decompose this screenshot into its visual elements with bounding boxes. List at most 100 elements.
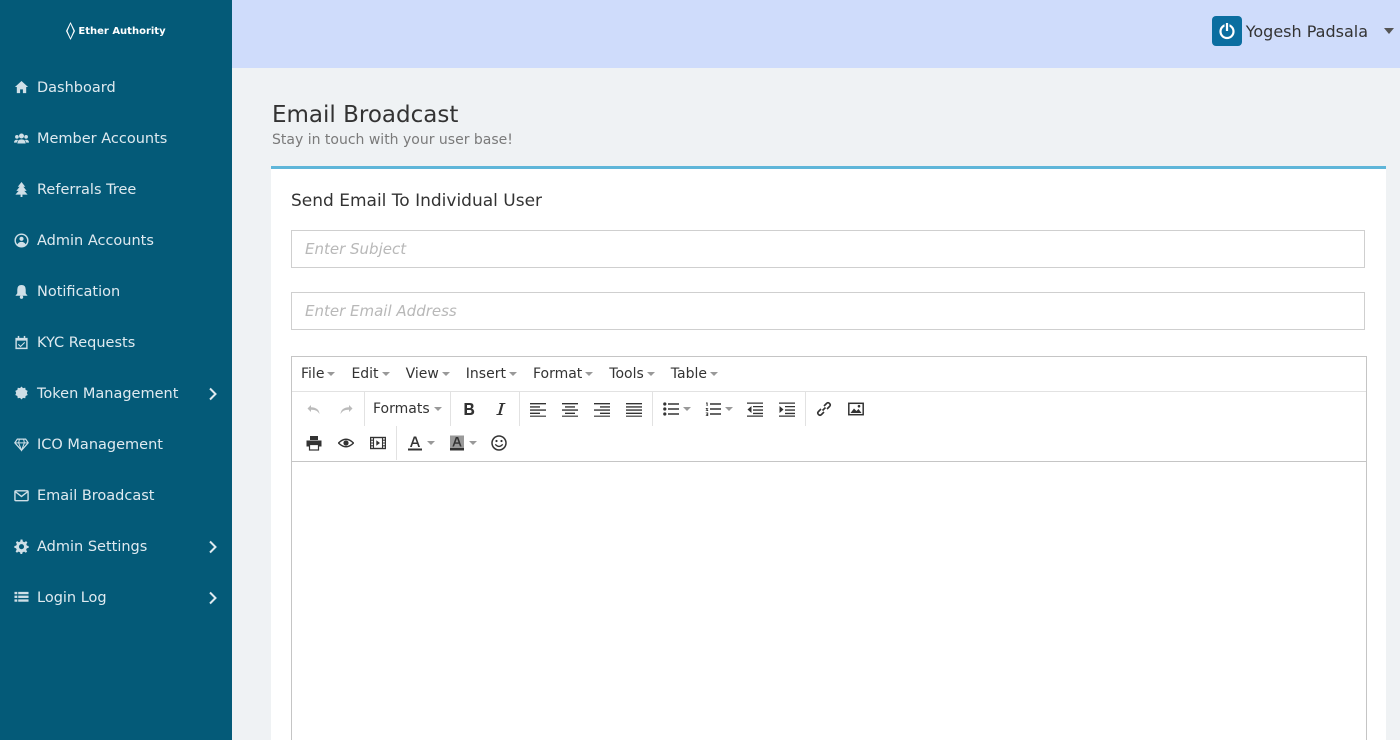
- bold-button[interactable]: [453, 394, 485, 424]
- page-subtitle: Stay in touch with your user base!: [272, 132, 513, 148]
- list-icon: [12, 589, 30, 607]
- editor-toolbar-row-1: Formats: [292, 392, 1366, 426]
- chevron-down-icon[interactable]: [724, 407, 733, 411]
- undo-icon: [307, 405, 320, 414]
- text-color-icon: [408, 436, 422, 451]
- align-left-button[interactable]: [522, 394, 554, 424]
- diamond-icon: [12, 436, 30, 454]
- sidebar-item-dashboard[interactable]: Dashboard: [0, 62, 232, 113]
- sidebar-item-label: Referrals Tree: [37, 181, 137, 198]
- envelope-icon: [12, 487, 30, 505]
- chevron-down-icon: [433, 407, 442, 411]
- sidebar-item-label: Email Broadcast: [37, 487, 155, 504]
- outdent-button[interactable]: [739, 394, 771, 424]
- email-form-panel: Send Email To Individual User File Edit …: [271, 166, 1386, 740]
- formats-dropdown[interactable]: Formats: [367, 401, 448, 417]
- sidebar-item-label: Admin Accounts: [37, 232, 154, 249]
- sidebar-item-ico-management[interactable]: ICO Management: [0, 419, 232, 470]
- chevron-down-icon: [1384, 28, 1394, 34]
- emoticons-button[interactable]: [483, 428, 515, 458]
- preview-button[interactable]: [330, 428, 362, 458]
- sidebar-nav: Dashboard Member Accounts Referrals Tree…: [0, 62, 232, 623]
- sidebar: Ether Authority Dashboard Member Account…: [0, 0, 232, 740]
- gear-icon: [12, 538, 30, 556]
- insert-image-button[interactable]: [840, 394, 872, 424]
- chevron-down-icon: [441, 372, 450, 376]
- chevron-down-icon[interactable]: [682, 407, 691, 411]
- home-icon: [12, 79, 30, 97]
- menu-label: Table: [670, 366, 707, 382]
- sidebar-item-admin-accounts[interactable]: Admin Accounts: [0, 215, 232, 266]
- toolbar-divider: [364, 392, 365, 426]
- print-button[interactable]: [298, 428, 330, 458]
- menu-format[interactable]: Format: [532, 366, 594, 382]
- ether-logo-icon: [66, 22, 76, 40]
- brand-logo[interactable]: Ether Authority: [0, 0, 232, 62]
- indent-icon: [778, 402, 795, 417]
- sidebar-item-label: ICO Management: [37, 436, 163, 453]
- chevron-down-icon[interactable]: [427, 441, 435, 445]
- toolbar-divider: [518, 392, 520, 426]
- align-justify-button[interactable]: [618, 394, 650, 424]
- subject-input[interactable]: [291, 230, 1365, 268]
- top-header: Yogesh Padsala: [232, 0, 1400, 68]
- chevron-down-icon[interactable]: [469, 441, 477, 445]
- power-icon: [1211, 16, 1242, 46]
- smiley-icon: [491, 435, 507, 451]
- menu-label: Tools: [609, 366, 644, 382]
- toolbar-divider: [651, 392, 653, 426]
- email-address-input[interactable]: [291, 292, 1365, 330]
- redo-button[interactable]: [330, 394, 362, 424]
- menu-label: File: [301, 366, 325, 382]
- editor-menubar: File Edit View Insert Format Tools Table: [292, 357, 1366, 392]
- sidebar-item-kyc-requests[interactable]: KYC Requests: [0, 317, 232, 368]
- form-title: Send Email To Individual User: [291, 191, 543, 211]
- align-right-button[interactable]: [586, 394, 618, 424]
- redo-icon: [340, 405, 353, 414]
- sidebar-item-referrals-tree[interactable]: Referrals Tree: [0, 164, 232, 215]
- chevron-right-icon: [209, 540, 217, 553]
- sidebar-item-member-accounts[interactable]: Member Accounts: [0, 113, 232, 164]
- user-name: Yogesh Padsala: [1245, 21, 1368, 41]
- background-color-icon: [450, 435, 464, 451]
- chevron-down-icon: [381, 372, 390, 376]
- menu-file[interactable]: File: [301, 366, 336, 382]
- sidebar-item-label: Dashboard: [37, 79, 116, 96]
- image-icon: [847, 402, 864, 416]
- align-left-icon: [529, 403, 546, 417]
- insert-link-button[interactable]: [808, 394, 840, 424]
- brand-logo-text: Ether Authority: [78, 25, 166, 37]
- align-center-icon: [561, 403, 578, 417]
- insert-media-button[interactable]: [362, 428, 394, 458]
- italic-button[interactable]: [485, 394, 517, 424]
- menu-tools[interactable]: Tools: [609, 366, 655, 382]
- numbered-list-icon: [705, 402, 721, 416]
- tree-icon: [12, 181, 30, 199]
- menu-label: Format: [532, 366, 583, 382]
- sidebar-item-notification[interactable]: Notification: [0, 266, 232, 317]
- gear-badge-icon: [12, 385, 30, 403]
- menu-view[interactable]: View: [406, 366, 450, 382]
- menu-edit[interactable]: Edit: [351, 366, 390, 382]
- chevron-right-icon: [209, 387, 217, 400]
- editor-content-area[interactable]: [292, 461, 1366, 740]
- menu-label: View: [405, 366, 439, 382]
- menu-table[interactable]: Table: [671, 366, 718, 382]
- menu-insert[interactable]: Insert: [466, 366, 517, 382]
- user-menu[interactable]: Yogesh Padsala: [1211, 16, 1394, 46]
- align-center-button[interactable]: [554, 394, 586, 424]
- bell-icon: [12, 283, 30, 301]
- chevron-down-icon: [508, 372, 517, 376]
- film-icon: [370, 436, 386, 450]
- sidebar-item-email-broadcast[interactable]: Email Broadcast: [0, 470, 232, 521]
- indent-button[interactable]: [771, 394, 803, 424]
- editor-toolbar-row-2: [292, 426, 1366, 460]
- eye-icon: [338, 438, 354, 448]
- undo-button[interactable]: [298, 394, 330, 424]
- sidebar-item-login-log[interactable]: Login Log: [0, 572, 232, 623]
- printer-icon: [306, 436, 322, 451]
- bold-icon: [464, 403, 474, 415]
- align-right-icon: [593, 403, 610, 417]
- sidebar-item-admin-settings[interactable]: Admin Settings: [0, 521, 232, 572]
- sidebar-item-token-management[interactable]: Token Management: [0, 368, 232, 419]
